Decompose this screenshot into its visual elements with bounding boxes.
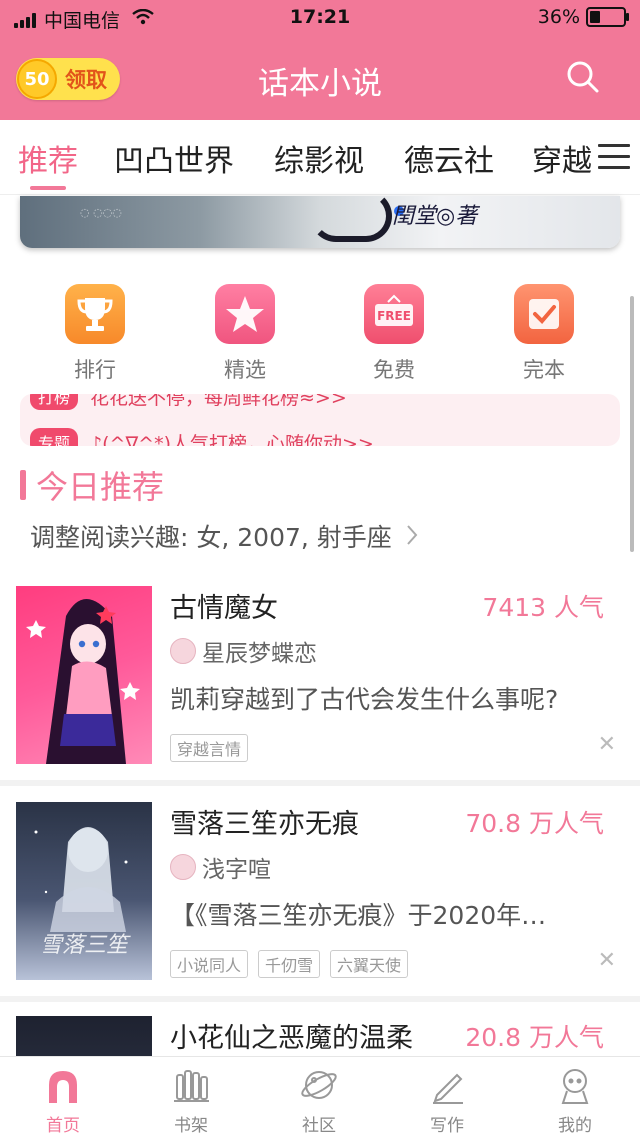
banner-watermark: ◌ ◌◌◌ [80, 206, 122, 219]
trophy-icon [65, 284, 125, 344]
author-avatar [170, 854, 196, 880]
book-description: 【《雪落三笙亦无痕》于2020年… [170, 901, 547, 930]
book-cover [16, 1016, 152, 1056]
nav-label: 首页 [46, 1116, 80, 1136]
category-tabs: 推荐 凹凸世界 综影视 德云社 穿越 [0, 120, 640, 195]
book-card[interactable]: 小花仙之恶魔的温柔 20.8 万人气 [0, 1006, 640, 1056]
tab-recommend[interactable]: 推荐 [18, 136, 78, 180]
ticker-item[interactable]: 专题 ♪(^∇^*)人气打榜，心随你动>> [30, 428, 374, 446]
menu-icon[interactable] [598, 144, 630, 172]
battery-icon [586, 7, 629, 27]
quick-link-free[interactable]: FREE 免费 [354, 284, 434, 384]
ticker-tag: 专题 [30, 428, 79, 446]
close-icon[interactable]: ✕ [598, 948, 616, 973]
free-icon: FREE [364, 284, 424, 344]
quick-link-label: 完本 [523, 358, 565, 382]
tab-deyunshe[interactable]: 德云社 [404, 136, 494, 180]
cover-title-text: 雪落三笙 [40, 933, 131, 958]
check-icon [514, 284, 574, 344]
tab-time-travel[interactable]: 穿越 [532, 136, 592, 180]
battery-percent: 36% [537, 6, 580, 28]
free-icon-text: FREE [377, 309, 411, 323]
pencil-icon [427, 1065, 467, 1105]
announcement-ticker[interactable]: 打榜 花花送不停，每周鲜花榜≈>> 专题 ♪(^∇^*)人气打榜，心随你动>> [20, 394, 620, 446]
book-card[interactable]: 古情魔女 7413 人气 星辰梦蝶恋 凯莉穿越到了古代会发生什么事呢? 穿越言情… [0, 576, 640, 776]
banner-author: 閏堂◎著 [392, 204, 478, 229]
adjust-interest-link[interactable]: 调整阅读兴趣: 女, 2007, 射手座 [30, 518, 418, 554]
scrollbar[interactable] [630, 296, 634, 552]
book-popularity: 7413 人气 [482, 593, 604, 622]
nav-bookshelf[interactable]: 书架 [141, 1065, 241, 1136]
battery-status: 36% [537, 6, 629, 28]
book-title[interactable]: 雪落三笙亦无痕 [170, 802, 359, 841]
status-bar: 中国电信 17:21 36% [0, 0, 640, 36]
planet-icon [299, 1065, 339, 1105]
nav-home[interactable]: 首页 [13, 1065, 113, 1136]
ticker-text: 花花送不停，每周鲜花榜≈>> [90, 394, 347, 409]
quick-link-featured[interactable]: 精选 [205, 284, 285, 384]
card-divider [0, 780, 640, 786]
section-title: 今日推荐 [36, 468, 165, 506]
star-icon [215, 284, 275, 344]
section-bar [20, 470, 26, 500]
author-avatar [170, 638, 196, 664]
nav-label: 我的 [558, 1116, 592, 1136]
bookshelf-icon [171, 1065, 211, 1105]
card-divider [0, 996, 640, 1002]
nav-profile[interactable]: 我的 [525, 1065, 625, 1136]
ticker-tag: 打榜 [30, 394, 79, 410]
nav-write[interactable]: 写作 [397, 1065, 497, 1136]
nav-label: 社区 [302, 1116, 336, 1136]
app-title: 话本小说 [258, 66, 382, 102]
bottom-nav: 首页 书架 社区 写作 我的 [0, 1056, 640, 1140]
banner-calligraphy [310, 196, 392, 242]
search-icon[interactable] [566, 60, 600, 94]
interest-text: 调整阅读兴趣: 女, 2007, 射手座 [30, 523, 392, 552]
quick-link-completed[interactable]: 完本 [504, 284, 584, 384]
book-description: 凯莉穿越到了古代会发生什么事呢? [170, 685, 559, 714]
book-tag[interactable]: 千仞雪 [258, 950, 321, 978]
nav-label: 书架 [174, 1116, 208, 1136]
book-title[interactable]: 古情魔女 [170, 586, 278, 625]
profile-icon [555, 1065, 595, 1105]
active-tab-indicator [30, 186, 66, 190]
book-author[interactable]: 星辰梦蝶恋 [202, 634, 317, 668]
tab-film-tv[interactable]: 综影视 [274, 136, 364, 180]
book-tags: 小说同人 千仞雪 六翼天使 [170, 950, 409, 978]
close-icon[interactable]: ✕ [598, 732, 616, 757]
battery-level [590, 11, 601, 23]
quick-link-label: 精选 [224, 358, 266, 382]
home-icon [43, 1065, 83, 1105]
book-tag[interactable]: 小说同人 [170, 950, 249, 978]
book-card[interactable]: 雪落三笙 雪落三笙亦无痕 70.8 万人气 浅字喧 【《雪落三笙亦无痕》于202… [0, 792, 640, 992]
book-tag[interactable]: 六翼天使 [330, 950, 409, 978]
book-popularity: 70.8 万人气 [465, 809, 604, 838]
book-cover: 雪落三笙 [16, 802, 152, 980]
nav-community[interactable]: 社区 [269, 1065, 369, 1136]
quick-link-label: 免费 [373, 358, 415, 382]
book-author[interactable]: 浅字喧 [202, 850, 271, 884]
ticker-item[interactable]: 打榜 花花送不停，每周鲜花榜≈>> [30, 394, 347, 410]
book-tags: 穿越言情 [170, 734, 249, 762]
nav-label: 写作 [430, 1116, 464, 1136]
quick-link-ranking[interactable]: 排行 [55, 284, 135, 384]
section-header: 今日推荐 [20, 462, 164, 508]
ticker-text: ♪(^∇^*)人气打榜，心随你动>> [90, 432, 374, 447]
quick-link-label: 排行 [74, 358, 116, 382]
promo-banner[interactable]: ◌ ◌◌◌ 閏堂◎著 [20, 196, 620, 248]
tab-aotu-world[interactable]: 凹凸世界 [114, 136, 234, 180]
book-cover [16, 586, 152, 764]
book-popularity: 20.8 万人气 [465, 1023, 604, 1052]
book-title[interactable]: 小花仙之恶魔的温柔 [170, 1016, 413, 1055]
book-tag[interactable]: 穿越言情 [170, 734, 249, 762]
chevron-right-icon [406, 523, 418, 552]
app-header: 中国电信 17:21 36% 50 领取 话本小说 [0, 0, 640, 120]
